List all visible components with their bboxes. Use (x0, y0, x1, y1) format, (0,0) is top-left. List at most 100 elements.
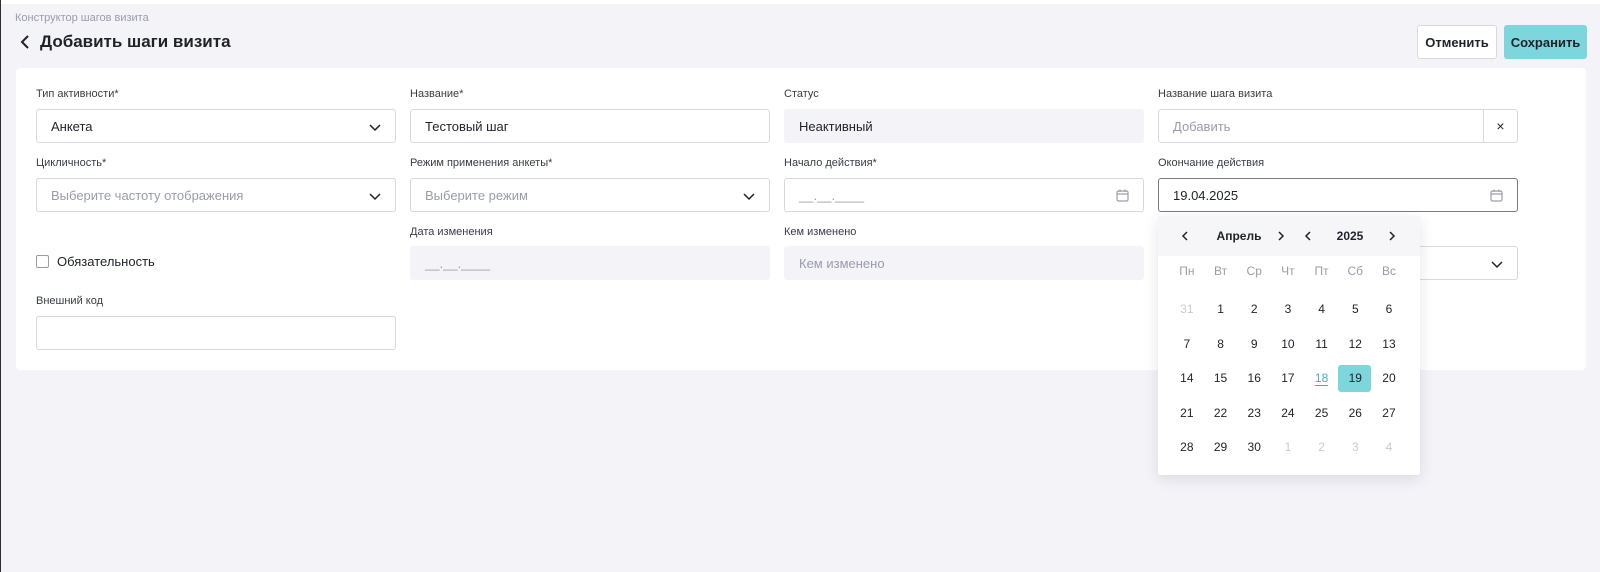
calendar-day-number: 26 (1348, 405, 1362, 420)
calendar-day[interactable]: 6 (1372, 292, 1406, 327)
calendar-day[interactable]: 23 (1237, 396, 1271, 431)
calendar-day-number: 30 (1247, 440, 1261, 455)
calendar-day-number: 11 (1315, 336, 1328, 351)
calendar-day-number: 21 (1180, 405, 1194, 420)
calendar-day[interactable]: 10 (1271, 327, 1305, 362)
chevron-left-icon[interactable] (18, 34, 34, 50)
calendar-day-number: 28 (1180, 440, 1194, 455)
changed-date-mask: __.__.____ (425, 255, 491, 271)
name-label: Название* (410, 88, 464, 100)
calendar-day[interactable]: 28 (1170, 430, 1204, 465)
clear-step-name-button[interactable]: × (1483, 109, 1518, 143)
calendar-day[interactable]: 4 (1305, 292, 1339, 327)
page-title: Добавить шаги визита (40, 32, 231, 51)
left-edge (0, 0, 1, 572)
cyclicity-placeholder: Выберите частоту отображения (51, 187, 244, 203)
calendar-day-number: 8 (1217, 336, 1224, 351)
page-header: Добавить шаги визита (18, 31, 231, 53)
calendar-day[interactable]: 4 (1372, 430, 1406, 465)
calendar-day[interactable]: 16 (1237, 361, 1271, 396)
save-button[interactable]: Сохранить (1504, 25, 1587, 59)
mandatory-checkbox[interactable] (36, 255, 49, 268)
calendar-day[interactable]: 13 (1372, 327, 1406, 362)
changed-date-label: Дата изменения (410, 226, 493, 238)
mandatory-checkbox-row[interactable]: Обязательность (36, 254, 155, 269)
changed-by-label: Кем изменено (784, 226, 857, 238)
calendar-day[interactable]: 31 (1170, 292, 1204, 327)
calendar-day[interactable]: 26 (1338, 396, 1372, 431)
next-year-icon[interactable] (1385, 229, 1399, 243)
calendar-day[interactable]: 14 (1170, 361, 1204, 396)
calendar-day[interactable]: 30 (1237, 430, 1271, 465)
status-field: Неактивный (784, 109, 1144, 143)
calendar-day[interactable]: 27 (1372, 396, 1406, 431)
calendar-day[interactable]: 17 (1271, 361, 1305, 396)
weekday-row: Пн Вт Ср Чт Пт Сб Вс (1170, 264, 1406, 282)
cancel-button[interactable]: Отменить (1417, 25, 1497, 59)
calendar-day-number: 3 (1284, 302, 1292, 317)
calendar-day[interactable]: 2 (1237, 292, 1271, 327)
activity-type-select[interactable]: Анкета (36, 109, 396, 143)
calendar-day-number: 25 (1314, 405, 1329, 420)
start-date-input[interactable]: __.__.____ (784, 178, 1144, 212)
calendar-day[interactable]: 22 (1204, 396, 1238, 431)
calendar-day[interactable]: 15 (1204, 361, 1238, 396)
calendar-day[interactable]: 24 (1271, 396, 1305, 431)
next-month-icon[interactable] (1274, 229, 1288, 243)
date-picker-header: Апрель 2025 (1158, 216, 1420, 256)
changed-by-placeholder: Кем изменено (799, 255, 885, 271)
year-label[interactable]: 2025 (1330, 229, 1370, 243)
chevron-down-icon (369, 193, 381, 201)
cyclicity-label: Цикличность* (36, 157, 107, 169)
calendar-day[interactable]: 7 (1170, 327, 1204, 362)
breadcrumb[interactable]: Конструктор шагов визита (15, 12, 149, 24)
calendar-day-number: 14 (1180, 371, 1194, 386)
calendar-icon[interactable] (1490, 189, 1503, 202)
calendar-day[interactable]: 9 (1237, 327, 1271, 362)
end-date-input[interactable]: 19.04.2025 (1158, 178, 1518, 212)
chevron-down-icon (369, 124, 381, 132)
name-input[interactable]: Тестовый шаг (410, 109, 770, 143)
calendar-day[interactable]: 3 (1338, 430, 1372, 465)
calendar-day-number: 1 (1284, 440, 1292, 455)
name-value: Тестовый шаг (425, 118, 509, 134)
external-code-input[interactable] (36, 316, 396, 350)
prev-month-icon[interactable] (1178, 229, 1192, 243)
weekday-label: Вт (1213, 264, 1228, 278)
chevron-down-icon (1491, 261, 1503, 269)
calendar-icon[interactable] (1116, 189, 1129, 202)
calendar-day-number: 18 (1314, 370, 1329, 386)
calendar-day[interactable]: 3 (1271, 292, 1305, 327)
calendar-day[interactable]: 1 (1204, 292, 1238, 327)
calendar-day[interactable]: 21 (1170, 396, 1204, 431)
mandatory-label: Обязательность (57, 254, 155, 269)
calendar-day-number: 17 (1281, 371, 1295, 386)
mode-label: Режим применения анкеты* (410, 157, 553, 169)
cyclicity-select[interactable]: Выберите частоту отображения (36, 178, 396, 212)
calendar-day-number: 1 (1217, 302, 1224, 317)
weekday-label: Пн (1179, 264, 1195, 278)
calendar-day[interactable]: 20 (1372, 361, 1406, 396)
calendar-day[interactable]: 5 (1338, 292, 1372, 327)
calendar-day-number: 5 (1351, 302, 1359, 317)
prev-year-icon[interactable] (1301, 229, 1315, 243)
calendar-day-number: 16 (1247, 371, 1261, 386)
calendar-day[interactable]: 1 (1271, 430, 1305, 465)
calendar-day-number: 31 (1180, 302, 1194, 317)
calendar-day[interactable]: 29 (1204, 430, 1238, 465)
calendar-day[interactable]: 2 (1305, 430, 1339, 465)
step-name-input[interactable]: Добавить (1158, 109, 1484, 143)
weekday-label: Ср (1246, 264, 1262, 278)
mode-select[interactable]: Выберите режим (410, 178, 770, 212)
calendar-day-today[interactable]: 18 (1305, 361, 1339, 396)
close-icon: × (1496, 118, 1505, 134)
calendar-day[interactable]: 8 (1204, 327, 1238, 362)
month-label[interactable]: Апрель (1214, 229, 1264, 243)
day-grid: 31 1 2 3 4 5 6 7 8 9 10 11 12 13 14 15 16 17 18 19 20 21 22 23 2… (1170, 292, 1406, 465)
end-date-value: 19.04.2025 (1173, 187, 1239, 203)
calendar-day-selected[interactable]: 19 (1338, 361, 1372, 396)
calendar-day-number: 13 (1382, 336, 1396, 351)
calendar-day[interactable]: 12 (1338, 327, 1372, 362)
calendar-day[interactable]: 11 (1305, 327, 1339, 362)
calendar-day[interactable]: 25 (1305, 396, 1339, 431)
